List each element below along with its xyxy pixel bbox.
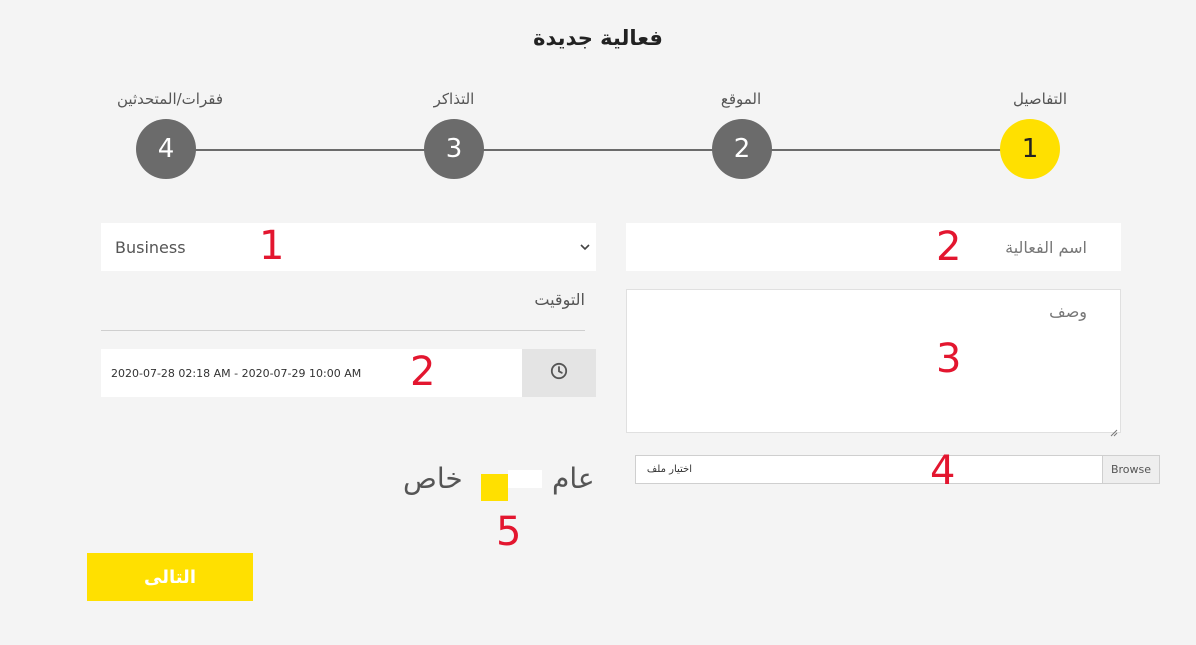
annotation-file: 4 (930, 448, 956, 494)
category-select-value: Business (115, 237, 186, 257)
category-select[interactable]: Business (101, 223, 596, 271)
clock-icon (550, 362, 568, 384)
event-name-input[interactable]: اسم الفعالية (626, 223, 1121, 271)
annotation-event-name: 2 (936, 224, 962, 270)
step-3-tickets[interactable]: 3 (424, 119, 484, 179)
page-title: فعالية جديدة (533, 26, 663, 50)
visibility-private-option[interactable] (481, 474, 508, 501)
event-name-placeholder: اسم الفعالية (1005, 237, 1087, 257)
timing-label: التوقيت (534, 290, 585, 309)
date-picker-button[interactable] (522, 349, 596, 397)
step-label-tickets: التذاكر (433, 90, 475, 108)
step-label-speakers: فقرات/المتحدثين (117, 90, 223, 108)
annotation-date: 2 (410, 349, 436, 395)
step-4-speakers[interactable]: 4 (136, 119, 196, 179)
date-range-input[interactable]: 2020-07-28 02:18 AM - 2020-07-29 10:00 A… (101, 349, 522, 397)
step-label-location: الموقع (720, 90, 762, 108)
resize-grip-icon[interactable] (1110, 422, 1118, 437)
description-placeholder: وصف (1049, 302, 1087, 321)
description-textarea[interactable]: وصف (626, 289, 1121, 437)
visibility-private-label: خاص (403, 462, 463, 495)
timing-divider (101, 330, 585, 331)
annotation-description: 3 (936, 336, 962, 382)
file-upload-placeholder: اختيار ملف (646, 464, 692, 475)
visibility-public-option[interactable] (508, 470, 542, 488)
step-2-location[interactable]: 2 (712, 119, 772, 179)
annotation-visibility: 5 (496, 509, 522, 555)
chevron-down-icon (580, 240, 590, 254)
visibility-public-label: عام (552, 462, 595, 495)
browse-button[interactable]: Browse (1102, 456, 1159, 483)
step-1-details[interactable]: 1 (1000, 119, 1060, 179)
step-label-details: التفاصيل (1012, 90, 1068, 108)
file-upload[interactable]: اختيار ملف Browse (635, 455, 1160, 484)
stepper-line (165, 149, 1030, 151)
annotation-category: 1 (259, 223, 285, 269)
date-range-value: 2020-07-28 02:18 AM - 2020-07-29 10:00 A… (111, 366, 362, 380)
next-button[interactable]: التالى (87, 553, 253, 601)
